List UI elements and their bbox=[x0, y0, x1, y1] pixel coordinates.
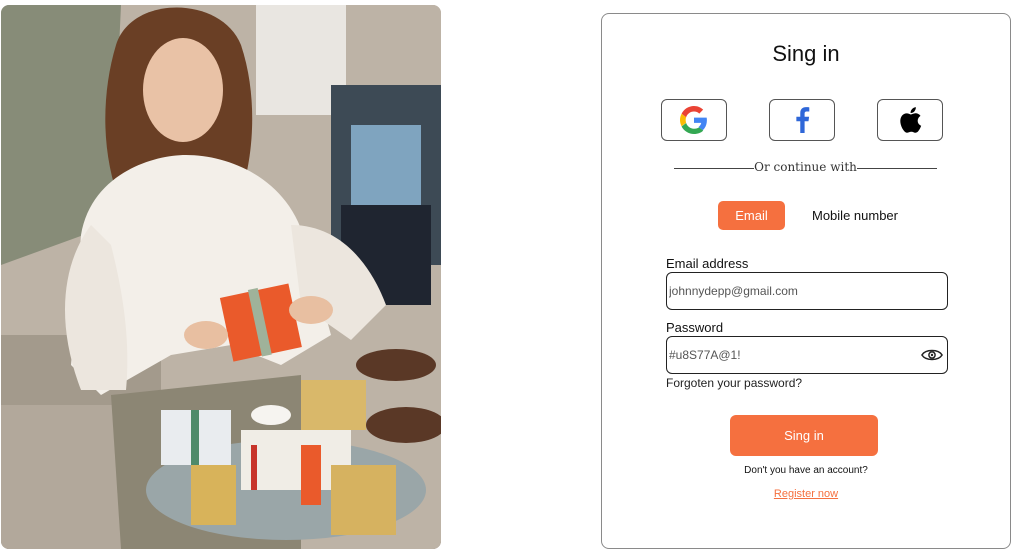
password-label: Password bbox=[666, 320, 724, 335]
eye-icon[interactable] bbox=[921, 347, 943, 363]
facebook-icon bbox=[796, 107, 810, 133]
forgot-password-link[interactable]: Forgoten your password? bbox=[666, 376, 802, 390]
divider-text: Or continue with bbox=[754, 160, 857, 174]
google-signin-button[interactable] bbox=[661, 99, 727, 141]
facebook-signin-button[interactable] bbox=[769, 99, 835, 141]
tab-mobile-number[interactable]: Mobile number bbox=[812, 208, 898, 223]
signin-button[interactable]: Sing in bbox=[730, 415, 878, 456]
no-account-text: Don't you have an account? bbox=[744, 465, 868, 476]
divider-right bbox=[857, 168, 937, 169]
hero-illustration bbox=[1, 5, 441, 549]
hero-image bbox=[1, 5, 441, 549]
apple-signin-button[interactable] bbox=[877, 99, 943, 141]
signin-card: Sing in Or continue with Email Mobile nu… bbox=[601, 13, 1011, 549]
tab-email[interactable]: Email bbox=[718, 201, 785, 230]
register-link[interactable]: Register now bbox=[602, 488, 1010, 500]
email-label: Email address bbox=[666, 256, 749, 271]
apple-icon bbox=[900, 107, 922, 133]
password-field[interactable] bbox=[666, 336, 948, 374]
google-icon bbox=[680, 106, 707, 134]
email-field[interactable] bbox=[666, 272, 948, 310]
signin-title: Sing in bbox=[772, 41, 840, 66]
divider-left bbox=[674, 168, 754, 169]
